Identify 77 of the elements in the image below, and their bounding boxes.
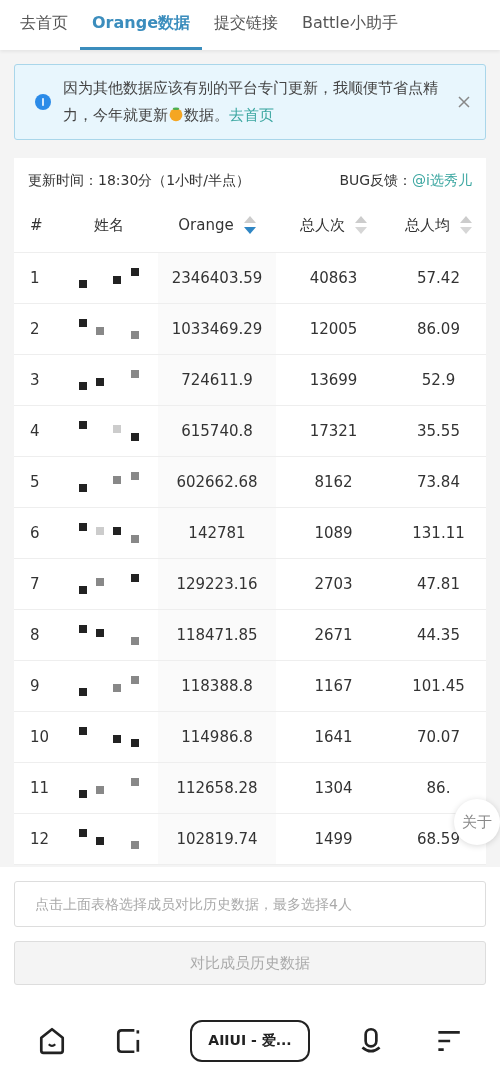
redacted-name-drawing (79, 472, 139, 492)
table-cell: 118471.85 (176, 626, 258, 644)
table-cell: 1304 (314, 779, 353, 797)
table-cell: 114986.8 (181, 728, 253, 746)
table-cell: 44.35 (417, 626, 460, 644)
redacted-name-drawing (79, 319, 139, 339)
table-cell: 602662.68 (176, 473, 258, 491)
tab[interactable]: 去首页 (8, 0, 80, 50)
table-cell: 102819.74 (176, 830, 258, 848)
table-cell: 40863 (309, 269, 358, 287)
column-header[interactable]: # (30, 216, 43, 234)
table-cell: 2 (30, 320, 40, 338)
compare-input-field[interactable]: 点击上面表格选择成员对比历史数据，最多选择4人 (14, 881, 486, 927)
table-cell: 129223.16 (176, 575, 258, 593)
tab[interactable]: Orange数据 (80, 0, 202, 50)
redacted-name-drawing (79, 268, 139, 288)
redacted-name-drawing (79, 421, 139, 441)
table-cell: 12 (30, 830, 50, 848)
table-cell: 1033469.29 (171, 320, 263, 338)
table-cell: 35.55 (417, 422, 460, 440)
redacted-name-drawing (79, 829, 139, 849)
table-cell: 7 (30, 575, 40, 593)
table-cell: 13699 (309, 371, 358, 389)
info-icon (35, 94, 51, 110)
fruit-icon (168, 106, 184, 122)
tab[interactable]: Battle小助手 (290, 0, 410, 50)
table-cell: 86. (426, 779, 451, 797)
redacted-name-drawing (79, 727, 139, 747)
table-cell: 70.07 (417, 728, 460, 746)
table-cell: 1641 (314, 728, 353, 746)
table-cell: 142781 (188, 524, 246, 542)
column-header[interactable]: 总人次 (300, 215, 345, 235)
table-cell: 2346403.59 (171, 269, 263, 287)
table-cell: 1167 (314, 677, 353, 695)
column-header[interactable]: 姓名 (94, 215, 124, 235)
table-cell: 615740.8 (181, 422, 253, 440)
table-cell: 12005 (309, 320, 358, 338)
table-cell: 5 (30, 473, 40, 491)
app-title-button[interactable]: AIIUI - 爱... (189, 1020, 310, 1062)
table-cell: 118388.8 (181, 677, 253, 695)
table-cell: 17321 (309, 422, 358, 440)
alert-message: 因为其他数据应该有别的平台专门更新，我顺便节省点精力，今年就更新 数据。去首页 (63, 78, 439, 126)
table-cell: 47.81 (417, 575, 460, 593)
redacted-name-drawing (79, 676, 139, 696)
table-cell: 4 (30, 422, 40, 440)
table-cell: 3 (30, 371, 40, 389)
column-header[interactable]: Orange (178, 216, 234, 234)
table-cell: 112658.28 (176, 779, 258, 797)
table-cell: 57.42 (417, 269, 460, 287)
feedback-label: BUG反馈： (339, 172, 413, 188)
redacted-name-drawing (79, 778, 139, 798)
update-time: 更新时间：18:30分（1小时/半点） (28, 172, 250, 190)
redacted-name-drawing (79, 523, 139, 543)
table-cell: 131.11 (412, 524, 465, 542)
table-cell: 52.9 (421, 371, 456, 389)
table-cell: 9 (30, 677, 40, 695)
redacted-name-drawing (79, 370, 139, 390)
sort-icon[interactable] (243, 215, 256, 235)
table-cell: 8 (30, 626, 40, 644)
table-cell: 2671 (314, 626, 353, 644)
table-cell: 724611.9 (181, 371, 253, 389)
redacted-name-drawing (79, 574, 139, 594)
close-icon[interactable] (457, 95, 471, 109)
table-cell: 6 (30, 524, 40, 542)
table-cell: 73.84 (417, 473, 460, 491)
table-cell: 1499 (314, 830, 353, 848)
tab[interactable]: 提交链接 (202, 0, 290, 50)
table-cell: 11 (30, 779, 50, 797)
table-cell: 101.45 (412, 677, 465, 695)
column-header[interactable]: 总人均 (405, 215, 450, 235)
redacted-name-drawing (79, 625, 139, 645)
table-cell: 1 (30, 269, 40, 287)
table-cell: 10 (30, 728, 50, 746)
table-cell: 1089 (314, 524, 353, 542)
table-cell: 86.09 (417, 320, 460, 338)
table-cell: 2703 (314, 575, 353, 593)
table-cell: 8162 (314, 473, 353, 491)
